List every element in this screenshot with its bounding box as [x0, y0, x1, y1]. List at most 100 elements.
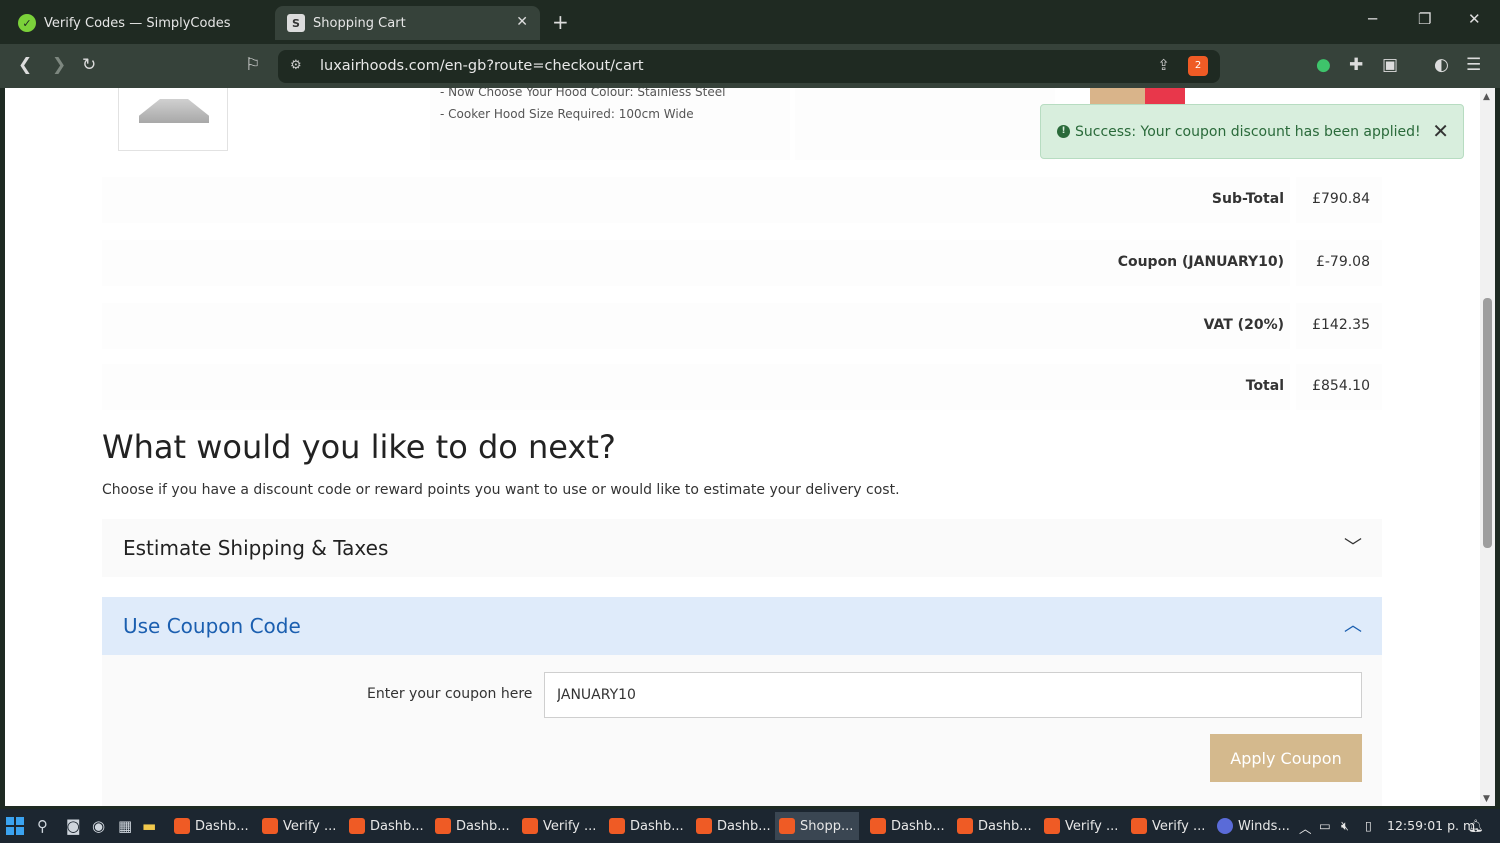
notification-icon[interactable]: 🔔︎	[1468, 818, 1484, 834]
camera-app-icon[interactable]: ◙	[66, 817, 81, 835]
accordion-title: Use Coupon Code	[123, 614, 301, 638]
close-tab-icon[interactable]: ✕	[516, 14, 528, 30]
taskbar-item-label: Dashb...	[978, 818, 1032, 834]
network-icon[interactable]: ▭	[1319, 818, 1331, 833]
taskbar-item-label: Dashb...	[456, 818, 510, 834]
battery-icon[interactable]: ▯	[1365, 818, 1372, 833]
coupon-input[interactable]	[544, 672, 1362, 718]
scroll-up-icon[interactable]: ▲	[1483, 92, 1490, 102]
taskbar-item-label: Dashb...	[370, 818, 424, 834]
tab-verify-codes[interactable]: ✓ Verify Codes — SimplyCodes	[6, 6, 268, 40]
site-info-icon[interactable]: ⚙	[290, 58, 302, 73]
menu-icon[interactable]: ☰	[1466, 55, 1481, 75]
tab-title: Verify Codes — SimplyCodes	[44, 15, 231, 31]
clock[interactable]: 12:59:01 p. m.	[1387, 818, 1479, 833]
url-text[interactable]: luxairhoods.com/en-gb?route=checkout/car…	[320, 58, 644, 74]
next-steps-description: Choose if you have a discount code or re…	[102, 482, 900, 498]
totals-value: £142.35	[1312, 317, 1370, 333]
alert-info-icon: !	[1057, 125, 1070, 138]
back-icon[interactable]: ❮	[18, 55, 32, 75]
search-icon[interactable]: ⚲	[37, 817, 48, 835]
product-option: - Now Choose Your Hood Colour: Stainless…	[440, 88, 726, 99]
forward-icon[interactable]: ❯	[52, 55, 66, 75]
brave-icon	[262, 818, 278, 834]
success-alert: ! Success: Your coupon discount has been…	[1040, 104, 1464, 159]
totals-label: Coupon (JANUARY10)	[1117, 254, 1284, 270]
estimate-shipping-accordion[interactable]: Estimate Shipping & Taxes ﹀	[102, 519, 1382, 577]
product-image[interactable]	[118, 88, 228, 151]
browser-app-icon[interactable]: ◉	[92, 817, 105, 835]
totals-value: £790.84	[1312, 191, 1370, 207]
simplycodes-icon: ✓	[18, 14, 36, 32]
scroll-down-icon[interactable]: ▼	[1483, 794, 1490, 804]
taskbar-item[interactable]: Dashb...	[692, 812, 771, 840]
totals-label: Sub-Total	[1211, 191, 1284, 207]
page-content: - Now Choose Your Hood Colour: Stainless…	[5, 88, 1480, 806]
taskbar-item-label: Verify ...	[283, 818, 337, 834]
extensions-icon[interactable]: ✚	[1349, 55, 1363, 75]
taskbar-item[interactable]: Dashb...	[345, 812, 424, 840]
scroll-thumb[interactable]	[1483, 298, 1492, 548]
totals-divider	[1290, 240, 1296, 286]
totals-row-vat: VAT (20%) £142.35	[102, 303, 1382, 349]
totals-divider	[1290, 364, 1296, 410]
close-alert-icon[interactable]: ✕	[1432, 119, 1449, 143]
accordion-title: Estimate Shipping & Taxes	[123, 536, 389, 560]
brave-icon	[609, 818, 625, 834]
taskbar-item[interactable]: Dashb...	[170, 812, 249, 840]
taskbar-item-label: Verify ...	[1065, 818, 1119, 834]
close-window-icon[interactable]: ✕	[1468, 10, 1481, 28]
taskbar-item[interactable]: Dashb...	[953, 812, 1032, 840]
taskbar-item[interactable]: Verify ...	[518, 812, 596, 840]
cooker-hood-image	[139, 99, 209, 123]
brave-icon	[957, 818, 973, 834]
brave-icon	[1131, 818, 1147, 834]
taskbar-item-active[interactable]: Shopp...	[775, 812, 859, 840]
file-explorer-icon[interactable]: ▬	[142, 817, 156, 835]
remove-button-partial[interactable]	[1145, 88, 1185, 104]
taskbar-item[interactable]: Dashb...	[605, 812, 684, 840]
taskbar-item[interactable]: Dashb...	[431, 812, 510, 840]
tab-shopping-cart[interactable]: S Shopping Cart ✕	[275, 6, 540, 40]
coupon-label: Enter your coupon here	[367, 686, 533, 702]
brave-icon	[349, 818, 365, 834]
sidebar-icon[interactable]: ▣	[1382, 55, 1398, 75]
product-quantity-cell	[795, 88, 1055, 160]
brave-icon	[174, 818, 190, 834]
tray-chevron-icon[interactable]: ︿	[1299, 818, 1312, 837]
share-icon[interactable]: ⇪	[1157, 56, 1170, 74]
taskbar-item-label: Verify ...	[1152, 818, 1206, 834]
use-coupon-accordion[interactable]: Use Coupon Code ︿	[102, 597, 1382, 655]
restore-icon[interactable]: ❐	[1418, 10, 1431, 28]
volume-muted-icon[interactable]: 🔇︎	[1341, 818, 1349, 834]
start-icon[interactable]	[6, 817, 24, 835]
bookmark-icon[interactable]: ⚐	[245, 55, 260, 75]
taskbar-item[interactable]: Verify ...	[1127, 812, 1205, 840]
taskbar-item[interactable]: Winds...	[1213, 812, 1290, 840]
apply-coupon-button[interactable]: Apply Coupon	[1210, 734, 1362, 782]
profile-icon[interactable]: ◐	[1434, 55, 1449, 75]
site-favicon-icon: S	[287, 14, 305, 32]
totals-divider	[1290, 177, 1296, 223]
new-tab-icon[interactable]: +	[552, 10, 569, 34]
taskbar-item-label: Dashb...	[195, 818, 249, 834]
totals-label: Total	[1245, 378, 1284, 394]
extension-green-icon[interactable]: ●	[1316, 55, 1331, 75]
taskbar-item[interactable]: Dashb...	[866, 812, 945, 840]
tab-bar: ✓ Verify Codes — SimplyCodes S Shopping …	[0, 0, 1500, 44]
page-scrollbar[interactable]: ▲ ▼	[1480, 88, 1495, 806]
coupon-panel: Enter your coupon here Apply Coupon	[102, 655, 1382, 806]
windscribe-icon	[1217, 818, 1233, 834]
taskbar-item[interactable]: Verify ...	[1040, 812, 1118, 840]
reload-icon[interactable]: ↻	[82, 55, 96, 75]
minimize-icon[interactable]: ─	[1368, 10, 1377, 28]
totals-value: £854.10	[1312, 378, 1370, 394]
taskbar-item[interactable]: Verify ...	[258, 812, 336, 840]
calculator-icon[interactable]: ▦	[118, 817, 132, 835]
taskbar-item-label: Dashb...	[630, 818, 684, 834]
update-button-partial[interactable]	[1090, 88, 1145, 104]
brave-shields-icon[interactable]: 2	[1188, 56, 1208, 76]
address-bar[interactable]: ⚙ luxairhoods.com/en-gb?route=checkout/c…	[278, 50, 1220, 83]
totals-row-subtotal: Sub-Total £790.84	[102, 177, 1382, 223]
totals-divider	[1290, 303, 1296, 349]
